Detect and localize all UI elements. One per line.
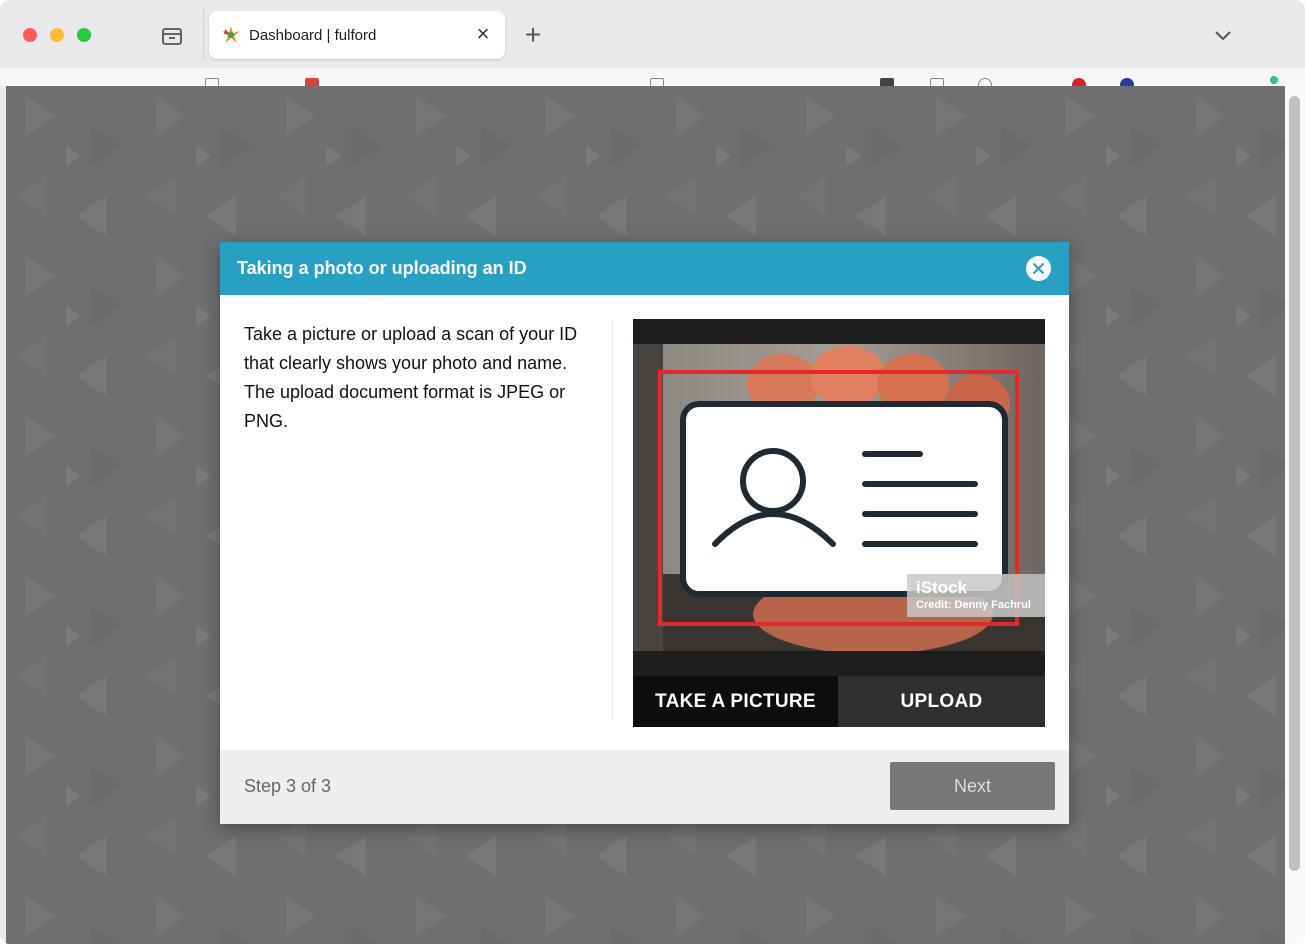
- tab-separator: [203, 8, 204, 60]
- page-viewport: Taking a photo or uploading an ID Take a…: [6, 86, 1285, 944]
- column-divider: [612, 320, 613, 720]
- browser-toolbar: [0, 68, 1305, 86]
- modal-title: Taking a photo or uploading an ID: [237, 258, 527, 278]
- account-icon[interactable]: [978, 78, 992, 86]
- scrollbar-thumb[interactable]: [1289, 96, 1300, 871]
- reader-icon[interactable]: [650, 78, 664, 86]
- chevron-down-icon[interactable]: [1210, 22, 1236, 48]
- close-window-button[interactable]: [23, 28, 37, 42]
- instructions-text: Take a picture or upload a scan of your …: [244, 324, 578, 431]
- extension-icon[interactable]: [1072, 78, 1086, 86]
- extension-icon[interactable]: [1120, 78, 1134, 86]
- browser-window: Dashboard | fulford × + Taking a photo o…: [0, 0, 1305, 944]
- tab-dashboard[interactable]: Dashboard | fulford ×: [209, 11, 505, 59]
- fulford-logo-icon: [221, 25, 241, 45]
- tab-title: Dashboard | fulford: [249, 27, 377, 44]
- extension-icon[interactable]: [880, 78, 894, 86]
- id-upload-modal: Taking a photo or uploading an ID Take a…: [220, 242, 1069, 824]
- next-button[interactable]: Next: [890, 762, 1055, 810]
- modal-header: Taking a photo or uploading an ID: [220, 242, 1069, 295]
- close-circle-icon[interactable]: [1026, 256, 1051, 281]
- watermark-logo: iStock: [916, 578, 968, 597]
- step-indicator: Step 3 of 3: [244, 776, 332, 796]
- maximize-window-button[interactable]: [77, 28, 91, 42]
- minimize-window-button[interactable]: [50, 28, 64, 42]
- status-dot-icon: [1270, 76, 1278, 84]
- new-tab-button[interactable]: +: [520, 21, 546, 49]
- sidebar-icon[interactable]: [930, 78, 944, 86]
- close-tab-icon[interactable]: ×: [472, 23, 494, 45]
- tab-strip: Dashboard | fulford × +: [0, 0, 1305, 68]
- extension-icon[interactable]: [305, 78, 319, 86]
- upload-button[interactable]: UPLOAD: [838, 676, 1045, 727]
- tab-overview-icon[interactable]: [160, 24, 184, 48]
- home-icon[interactable]: [205, 78, 219, 86]
- take-picture-button[interactable]: TAKE A PICTURE: [633, 676, 838, 727]
- camera-preview: iStock Credit: Denny Fachrul TAKE A PICT…: [633, 319, 1045, 727]
- modal-footer: Step 3 of 3 Next: [220, 750, 1069, 824]
- watermark: iStock Credit: Denny Fachrul: [907, 574, 1045, 617]
- watermark-credit: Credit: Denny Fachrul: [916, 599, 1031, 611]
